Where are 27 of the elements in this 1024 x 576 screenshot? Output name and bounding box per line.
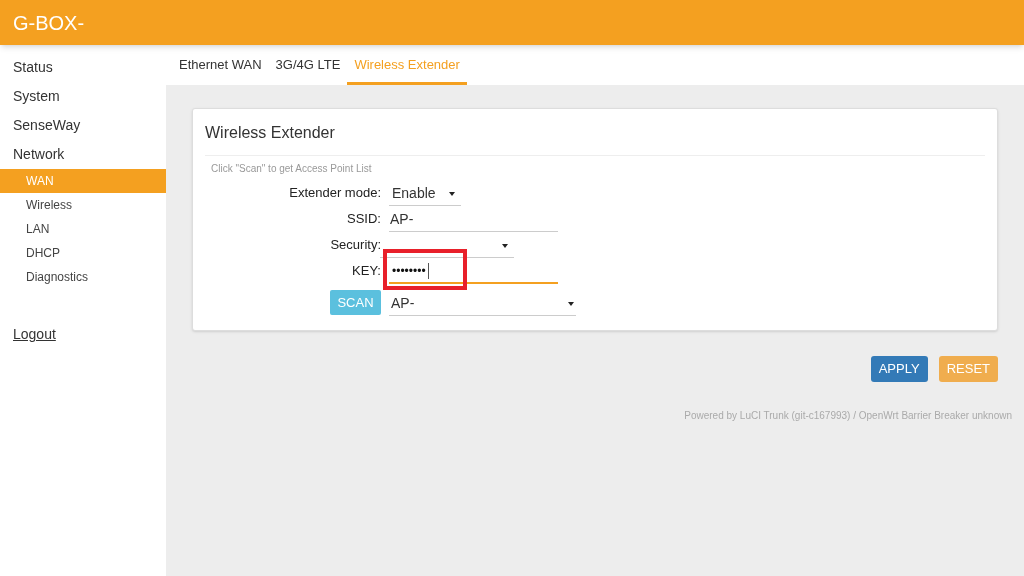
- access-point-dropdown[interactable]: AP-: [389, 292, 576, 316]
- tab[interactable]: Ethernet WAN: [172, 45, 269, 85]
- caret-icon: [502, 243, 508, 248]
- logout-link[interactable]: Logout: [13, 324, 56, 345]
- app-title: G-BOX-: [13, 10, 85, 36]
- field-label: Security:: [330, 235, 381, 254]
- section-title: Wireless Extender: [205, 121, 985, 156]
- caret-icon: [449, 191, 455, 196]
- field-label: KEY:: [352, 261, 381, 280]
- sidebar-subitem[interactable]: DHCP: [0, 241, 166, 265]
- footer-text: Powered by LuCI Trunk (git-c167993) / OpenWrt Barrier Breaker unknown: [683, 409, 1012, 423]
- sidebar-subitem[interactable]: LAN: [0, 217, 166, 241]
- tab[interactable]: 3G/4G LTE: [268, 45, 348, 85]
- field-label: Extender mode:: [289, 183, 381, 202]
- sidebar-item[interactable]: SenseWay: [0, 111, 166, 140]
- apply-button[interactable]: APPLY: [870, 356, 928, 382]
- sidebar-item[interactable]: System: [0, 82, 166, 111]
- input-field[interactable]: AP-: [389, 208, 558, 232]
- sidebar-item[interactable]: Status: [0, 53, 166, 82]
- caret-icon: [568, 301, 574, 306]
- sidebar-subitem[interactable]: Wireless: [0, 193, 166, 217]
- hint-text: Click "Scan" to get Access Point List: [210, 162, 373, 176]
- field-label: SSID:: [347, 209, 381, 228]
- sidebar-item[interactable]: Network: [0, 140, 166, 169]
- select-field[interactable]: Enable: [389, 182, 461, 206]
- password-field[interactable]: ••••••••: [389, 260, 558, 284]
- sidebar-subitem[interactable]: Diagnostics: [0, 265, 166, 289]
